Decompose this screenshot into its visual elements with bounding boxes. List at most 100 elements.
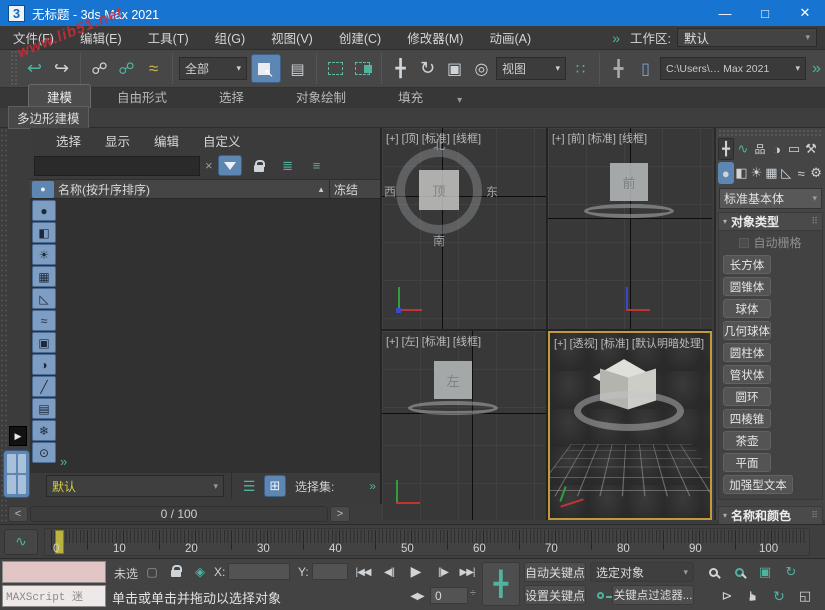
explorer-flyout-button[interactable]: ▶ <box>9 426 27 446</box>
maxscript-mini-listener[interactable] <box>2 561 106 583</box>
bind-spacewarp-icon[interactable]: ≈ <box>141 55 166 83</box>
pyramid-button[interactable]: 四棱锥 <box>723 409 771 428</box>
geometry-category-icon[interactable]: ● <box>718 162 734 184</box>
display-hidden-icon[interactable]: ⊙ <box>32 442 56 463</box>
set-key-button[interactable]: 设置关键点 <box>524 585 586 605</box>
display-helpers-icon[interactable]: ◺ <box>32 288 56 309</box>
filter-button[interactable] <box>218 155 242 176</box>
scale-icon[interactable]: ▣ <box>442 55 467 83</box>
zoom-extents-icon[interactable]: ▣ <box>754 562 776 582</box>
ribbon-tab-modeling[interactable]: 建模 <box>28 84 91 108</box>
snaps-toggle-icon[interactable]: ◎ <box>469 55 494 83</box>
schematic-view-icon[interactable]: ⊞ <box>264 475 286 497</box>
ribbon-tab-selection[interactable]: 选择 <box>193 85 270 108</box>
menu-modifiers[interactable]: 修改器(M) <box>394 28 476 47</box>
compass-west[interactable]: 西 <box>384 183 396 200</box>
explorer-list[interactable]: ● ◧ ☀ ▦ ◺ ≈ ▣ ◑ ╱ ▤ ❄ ⊙ » <box>30 199 380 473</box>
sphere-button[interactable]: 球体 <box>723 299 771 318</box>
hierarchy-tab-icon[interactable]: 品 <box>752 138 768 160</box>
frame-counter[interactable]: 0 / 100 <box>30 506 328 522</box>
tube-button[interactable]: 管状体 <box>723 365 771 384</box>
ribbon-tab-populate[interactable]: 填充 <box>372 85 449 108</box>
explorer-menu-display[interactable]: 显示 <box>95 131 140 150</box>
select-link-icon[interactable]: ☍ <box>87 55 112 83</box>
utilities-tab-icon[interactable]: ⚒ <box>803 138 819 160</box>
cone-button[interactable]: 圆锥体 <box>723 277 771 296</box>
compass-south[interactable]: 南 <box>433 232 445 249</box>
next-frame-button[interactable]: ||▶ <box>432 563 454 581</box>
viewport-layout-tab-button[interactable] <box>3 450 30 498</box>
zoom-all-icon[interactable] <box>728 562 750 582</box>
current-frame-spinner[interactable]: 0 <box>430 587 468 604</box>
absolute-offset-mode-icon[interactable]: ◈ <box>190 563 210 581</box>
name-color-rollout-header[interactable]: ▾ 名称和颜色 ⠿ <box>718 506 823 525</box>
display-groups-icon[interactable]: ▣ <box>32 332 56 353</box>
workspace-dropdown[interactable]: 默认 ▾ <box>677 28 817 47</box>
selection-lock-icon[interactable] <box>166 561 186 581</box>
key-filters-icon[interactable] <box>590 586 610 604</box>
compass-east[interactable]: 东 <box>486 183 498 200</box>
box-button[interactable]: 长方体 <box>723 255 771 274</box>
menu-tools[interactable]: 工具(T) <box>135 28 202 47</box>
time-ruler[interactable]: 0 10 20 30 40 50 60 70 80 90 100 <box>44 528 810 556</box>
create-tab-icon[interactable]: ╋ <box>718 138 734 160</box>
toolbar-grip[interactable] <box>10 50 17 87</box>
orbit-icon[interactable]: ↻ <box>768 586 790 606</box>
ribbon-tab-freeform[interactable]: 自由形式 <box>91 85 193 108</box>
redo-icon[interactable]: ↪ <box>49 55 74 83</box>
menu-edit[interactable]: 编辑(E) <box>67 28 135 47</box>
select-manipulate-icon[interactable]: ╋ <box>606 55 631 83</box>
autogrid-checkbox[interactable]: 自动栅格 <box>723 234 818 251</box>
rect-selection-region-icon[interactable] <box>323 55 348 83</box>
viewport-left[interactable]: [+] [左] [标准] [线框] 左 <box>382 331 546 520</box>
menu-overflow-icon[interactable]: » <box>612 30 620 46</box>
sort-ascending-icon[interactable]: ▲ <box>317 185 325 194</box>
display-shapes-icon[interactable]: ◧ <box>32 222 56 243</box>
maxscript-listener-label[interactable]: MAXScript 迷 <box>2 585 106 607</box>
textplus-button[interactable]: 加强型文本 <box>723 475 793 494</box>
viewport-perspective-label[interactable]: [+] [透视] [标准] [默认明暗处理] <box>554 335 704 351</box>
motion-tab-icon[interactable]: ◑ <box>769 138 785 160</box>
frozen-column-header[interactable]: 冻结 <box>334 181 380 198</box>
cylinder-button[interactable]: 圆柱体 <box>723 343 771 362</box>
rotate-icon[interactable]: ↻ <box>415 55 440 83</box>
search-input[interactable] <box>34 156 200 176</box>
close-button[interactable]: ✕ <box>785 0 825 26</box>
display-frozen-icon[interactable]: ❄ <box>32 420 56 441</box>
display-spacewarps-icon[interactable]: ≈ <box>32 310 56 331</box>
display-cameras-icon[interactable]: ▦ <box>32 266 56 287</box>
geometry-filter-icon[interactable]: ● <box>32 181 54 198</box>
menu-views[interactable]: 视图(V) <box>258 28 326 47</box>
explorer-menu-customize[interactable]: 自定义 <box>193 131 251 150</box>
toolbar-overflow-icon[interactable]: » <box>812 60 821 78</box>
strip-overflow-icon[interactable]: » <box>60 454 67 469</box>
viewcube-front-face[interactable]: 前 <box>610 163 648 201</box>
teapot-button[interactable]: 茶壶 <box>723 431 771 450</box>
auto-key-button[interactable]: 自动关键点 <box>524 562 586 582</box>
display-containers-icon[interactable]: ▤ <box>32 398 56 419</box>
pan-hand-icon[interactable]: ☛ <box>743 585 763 607</box>
menu-file[interactable]: 文件(F) <box>0 28 67 47</box>
spinner-arrows-icon[interactable]: ÷ <box>470 587 476 599</box>
select-object-button[interactable]: ↖ <box>251 54 281 83</box>
previous-frame-button[interactable]: ◀|| <box>378 563 400 581</box>
minimize-button[interactable]: — <box>705 0 745 26</box>
unlink-icon[interactable]: ☍ <box>114 55 139 83</box>
next-frame-button[interactable]: > <box>330 506 350 522</box>
menu-create[interactable]: 创建(C) <box>326 28 394 47</box>
zoom-extents-all-icon[interactable]: ↻ <box>780 562 802 582</box>
display-geometry-icon[interactable]: ● <box>32 200 56 221</box>
viewcube-left-face[interactable]: 左 <box>434 361 472 399</box>
display-lights-icon[interactable]: ☀ <box>32 244 56 265</box>
ribbon-tab-object-paint[interactable]: 对象绘制 <box>270 85 372 108</box>
project-folder-field[interactable]: C:\Users\… Max 2021 ▾ <box>660 57 806 80</box>
undo-icon[interactable]: ↩ <box>22 55 47 83</box>
selection-filter-dropdown[interactable]: 全部 ▾ <box>179 57 247 80</box>
cameras-category-icon[interactable]: ▦ <box>764 162 778 184</box>
window-crossing-icon[interactable] <box>350 55 375 83</box>
frame-step-icon[interactable]: ◀▶ <box>408 587 426 605</box>
shapes-category-icon[interactable]: ◧ <box>735 162 749 184</box>
display-xrefs-icon[interactable]: ◑ <box>32 354 56 375</box>
torus-button[interactable]: 圆环 <box>723 387 771 406</box>
use-pivot-center-icon[interactable]: ∷ <box>568 55 593 83</box>
